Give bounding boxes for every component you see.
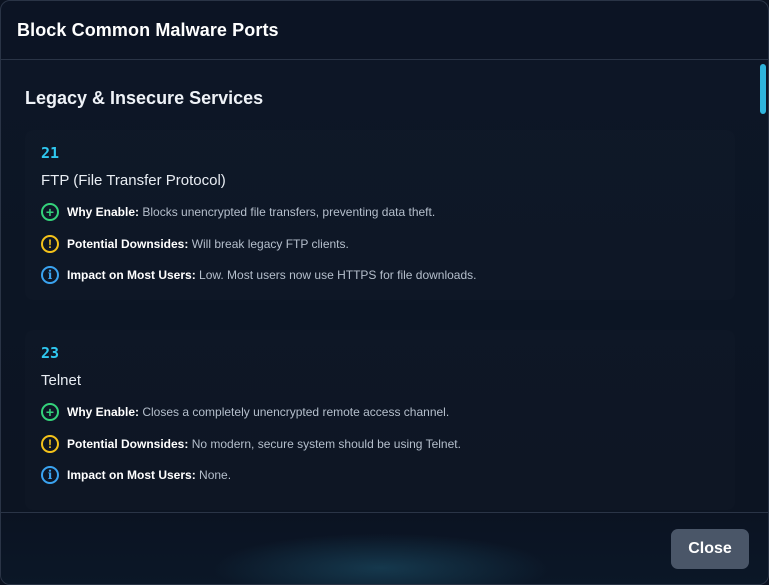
warning-circle-icon: ! bbox=[41, 435, 59, 453]
modal-header: Block Common Malware Ports bbox=[1, 1, 768, 60]
modal-dialog: Block Common Malware Ports Legacy & Inse… bbox=[0, 0, 769, 585]
port-name: Telnet bbox=[41, 372, 82, 389]
port-card: 23 Telnet + Why Enable: Closes a complet… bbox=[25, 330, 735, 510]
modal-footer: Close bbox=[1, 512, 768, 584]
why-enable-row: + Why Enable: Closes a completely unencr… bbox=[41, 403, 449, 421]
downsides-text: Potential Downsides: No modern, secure s… bbox=[67, 437, 461, 451]
downsides-desc: Will break legacy FTP clients. bbox=[188, 237, 349, 251]
scrollbar-thumb[interactable] bbox=[760, 64, 766, 114]
port-name: FTP (File Transfer Protocol) bbox=[41, 172, 226, 189]
why-enable-desc: Closes a completely unencrypted remote a… bbox=[139, 405, 450, 419]
impact-row: i Impact on Most Users: None. bbox=[41, 466, 231, 484]
scrollbar-track[interactable] bbox=[757, 60, 765, 512]
port-number: 21 bbox=[41, 144, 60, 162]
downsides-row: ! Potential Downsides: Will break legacy… bbox=[41, 235, 349, 253]
why-enable-label: Why Enable: bbox=[67, 205, 140, 219]
impact-text: Impact on Most Users: Low. Most users no… bbox=[67, 268, 477, 282]
impact-label: Impact on Most Users: bbox=[67, 468, 196, 482]
downsides-text: Potential Downsides: Will break legacy F… bbox=[67, 237, 349, 251]
why-enable-label: Why Enable: bbox=[67, 405, 140, 419]
section-title: Legacy & Insecure Services bbox=[25, 88, 264, 108]
impact-label: Impact on Most Users: bbox=[67, 268, 196, 282]
impact-text: Impact on Most Users: None. bbox=[67, 468, 231, 482]
downsides-label: Potential Downsides: bbox=[67, 237, 189, 251]
downsides-row: ! Potential Downsides: No modern, secure… bbox=[41, 435, 461, 453]
plus-circle-icon: + bbox=[41, 403, 59, 421]
footer-glow bbox=[211, 533, 551, 584]
modal-body[interactable]: Legacy & Insecure Services 21 FTP (File … bbox=[1, 60, 768, 512]
why-enable-desc: Blocks unencrypted file transfers, preve… bbox=[139, 205, 436, 219]
modal-title: Block Common Malware Ports bbox=[17, 19, 279, 40]
why-enable-text: Why Enable: Closes a completely unencryp… bbox=[67, 405, 449, 419]
downsides-label: Potential Downsides: bbox=[67, 437, 189, 451]
close-button[interactable]: Close bbox=[671, 529, 749, 569]
plus-circle-icon: + bbox=[41, 203, 59, 221]
warning-circle-icon: ! bbox=[41, 235, 59, 253]
info-circle-icon: i bbox=[41, 466, 59, 484]
port-card: 21 FTP (File Transfer Protocol) + Why En… bbox=[25, 130, 735, 300]
downsides-desc: No modern, secure system should be using… bbox=[188, 437, 461, 451]
why-enable-row: + Why Enable: Blocks unencrypted file tr… bbox=[41, 203, 435, 221]
impact-desc: Low. Most users now use HTTPS for file d… bbox=[195, 268, 477, 282]
why-enable-text: Why Enable: Blocks unencrypted file tran… bbox=[67, 205, 435, 219]
port-number: 23 bbox=[41, 344, 60, 362]
impact-row: i Impact on Most Users: Low. Most users … bbox=[41, 266, 477, 284]
info-circle-icon: i bbox=[41, 266, 59, 284]
impact-desc: None. bbox=[195, 468, 232, 482]
